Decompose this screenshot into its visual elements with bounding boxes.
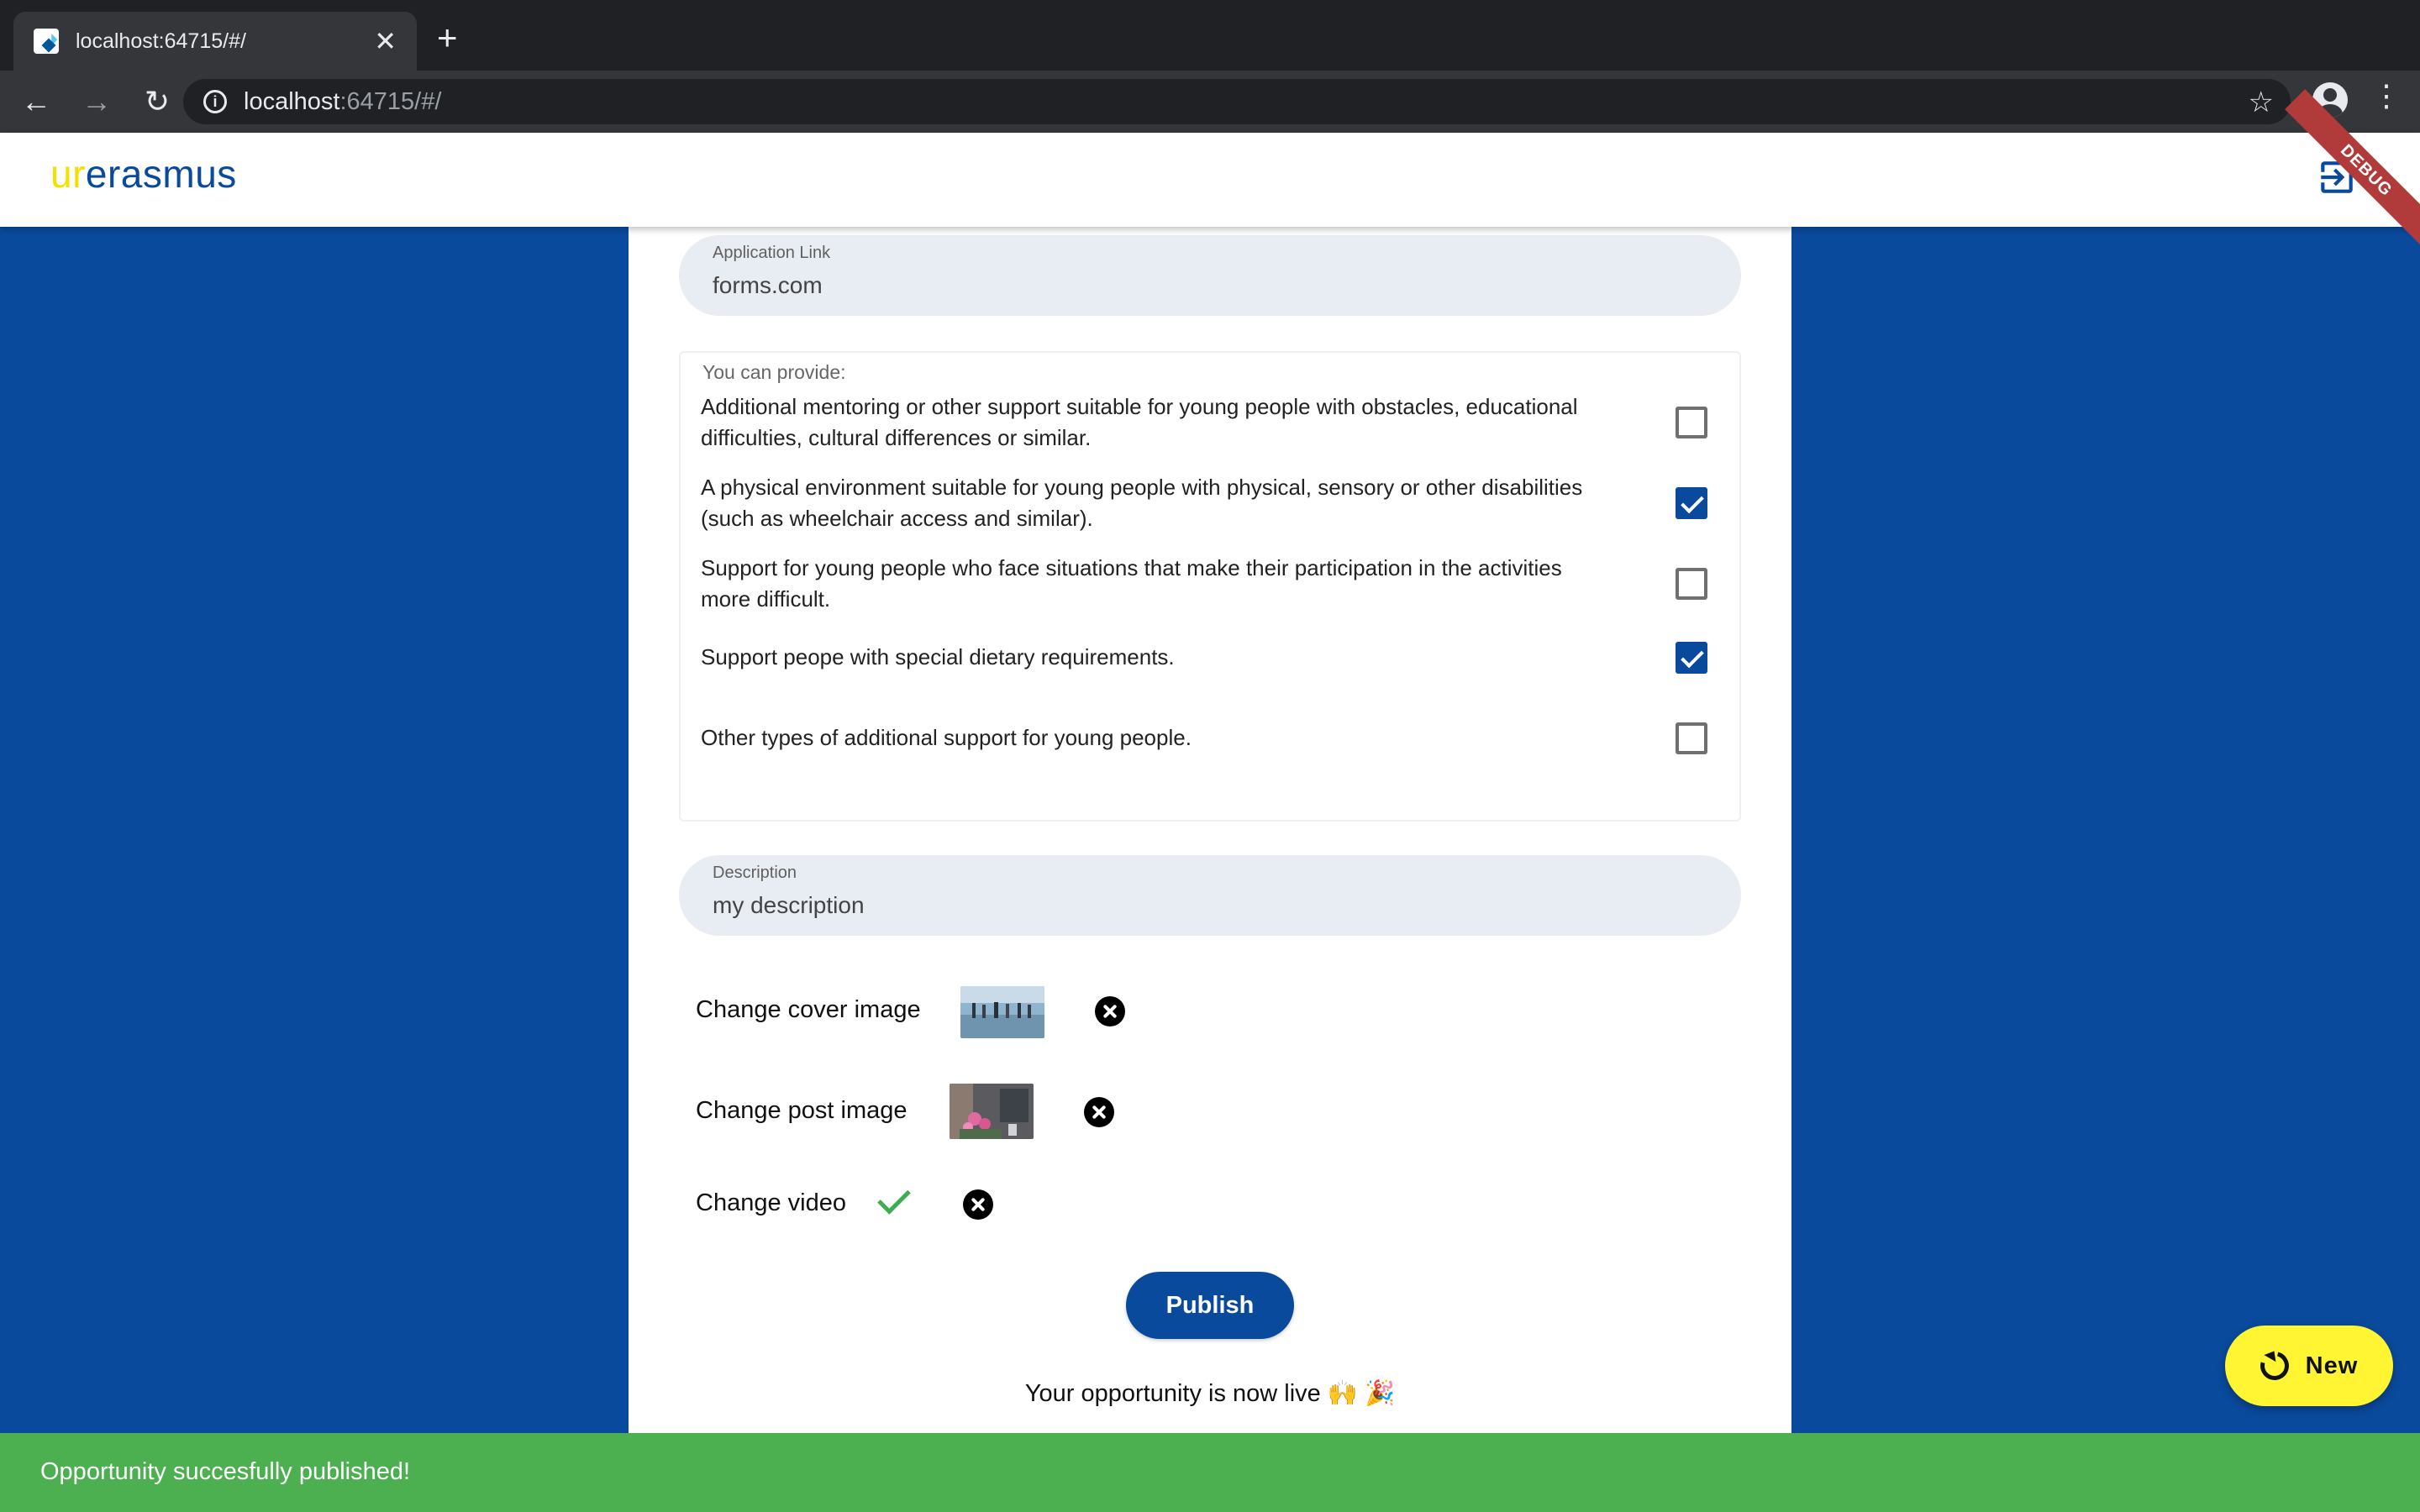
bookmark-star-icon[interactable]: ☆ [2249, 86, 2274, 119]
description-label: Description [713, 864, 797, 882]
new-opportunity-button[interactable]: New [2225, 1326, 2393, 1406]
support-option-checkbox[interactable] [1676, 487, 1707, 519]
logo-erasmus: erasmus [85, 152, 237, 196]
url-path: :64715/#/ [339, 87, 442, 115]
opportunity-form: Application Link forms.com You can provi… [629, 133, 1791, 1435]
support-option-label: Support for young people who face situat… [701, 555, 1562, 612]
post-image-thumbnail [950, 1084, 1034, 1139]
video-row: Change video [696, 1189, 846, 1217]
support-option-checkbox[interactable] [1676, 722, 1707, 754]
site-info-icon[interactable]: i [203, 90, 227, 113]
new-tab-icon[interactable]: + [437, 20, 458, 55]
support-option-label: Other types of additional support for yo… [701, 725, 1192, 750]
post-image-row: Change post image [696, 1097, 908, 1125]
back-arrow-icon[interactable]: ← [12, 77, 60, 126]
support-option-checkbox[interactable] [1676, 568, 1707, 600]
support-option[interactable]: Additional mentoring or other support su… [701, 391, 1709, 454]
support-option-label: Support peope with special dietary requi… [701, 644, 1175, 669]
publish-button[interactable]: Publish [1126, 1272, 1294, 1339]
application-link-input[interactable]: forms.com [713, 272, 823, 299]
support-option-checkbox[interactable] [1676, 641, 1707, 674]
cover-image-thumbnail [960, 986, 1044, 1038]
application-link-field[interactable]: Application Link forms.com [679, 235, 1741, 316]
cover-image-row: Change cover image [696, 996, 921, 1024]
support-option[interactable]: A physical environment suitable for youn… [701, 472, 1709, 534]
description-input[interactable]: my description [713, 892, 865, 919]
remove-post-image-icon[interactable] [1084, 1097, 1114, 1127]
browser-tab[interactable]: localhost:64715/#/ ✕ [13, 12, 417, 71]
success-snackbar: Opportunity succesfully published! [0, 1433, 2420, 1512]
browser-tab-strip: localhost:64715/#/ ✕ + [0, 0, 2420, 71]
change-post-image-button[interactable]: Change post image [696, 1097, 908, 1125]
logo-ur: ur [50, 152, 86, 196]
support-options-group: You can provide: Additional mentoring or… [679, 351, 1741, 822]
application-link-label: Application Link [713, 244, 831, 262]
app-header: urerasmus DEBUG [0, 89, 2420, 252]
support-option-checkbox[interactable] [1676, 407, 1707, 438]
live-status-message: Your opportunity is now live 🙌 🎉 [1024, 1380, 1396, 1407]
url-host: localhost [244, 87, 340, 115]
refresh-icon [2254, 1346, 2294, 1386]
snackbar-message: Opportunity succesfully published! [40, 1458, 411, 1485]
support-option[interactable]: Support peope with special dietary requi… [701, 641, 1709, 674]
support-option[interactable]: Support for young people who face situat… [701, 553, 1709, 615]
close-tab-icon[interactable]: ✕ [374, 28, 397, 55]
video-uploaded-check-icon [877, 1181, 911, 1215]
flutter-favicon-icon [34, 29, 59, 54]
change-cover-image-button[interactable]: Change cover image [696, 996, 921, 1024]
support-option-label: A physical environment suitable for youn… [701, 475, 1583, 531]
reload-icon[interactable]: ↻ [133, 77, 182, 126]
remove-cover-image-icon[interactable] [1095, 996, 1125, 1026]
description-field[interactable]: Description my description [679, 855, 1741, 936]
forward-arrow-icon[interactable]: → [72, 77, 121, 126]
support-options-legend: You can provide: [701, 361, 848, 384]
browser-menu-icon[interactable]: ⋮ [2371, 81, 2402, 111]
support-option[interactable]: Other types of additional support for yo… [701, 722, 1709, 754]
app-logo[interactable]: urerasmus [50, 151, 237, 197]
browser-toolbar: ← → ↻ i localhost:64715/#/ ☆ ⋮ [0, 71, 2420, 133]
new-button-label: New [2305, 1352, 2359, 1379]
address-bar[interactable]: i localhost:64715/#/ ☆ [183, 79, 2291, 124]
tab-title: localhost:64715/#/ [76, 29, 246, 53]
change-video-button[interactable]: Change video [696, 1189, 846, 1217]
remove-video-icon[interactable] [963, 1189, 993, 1220]
support-option-label: Additional mentoring or other support su… [701, 394, 1578, 450]
